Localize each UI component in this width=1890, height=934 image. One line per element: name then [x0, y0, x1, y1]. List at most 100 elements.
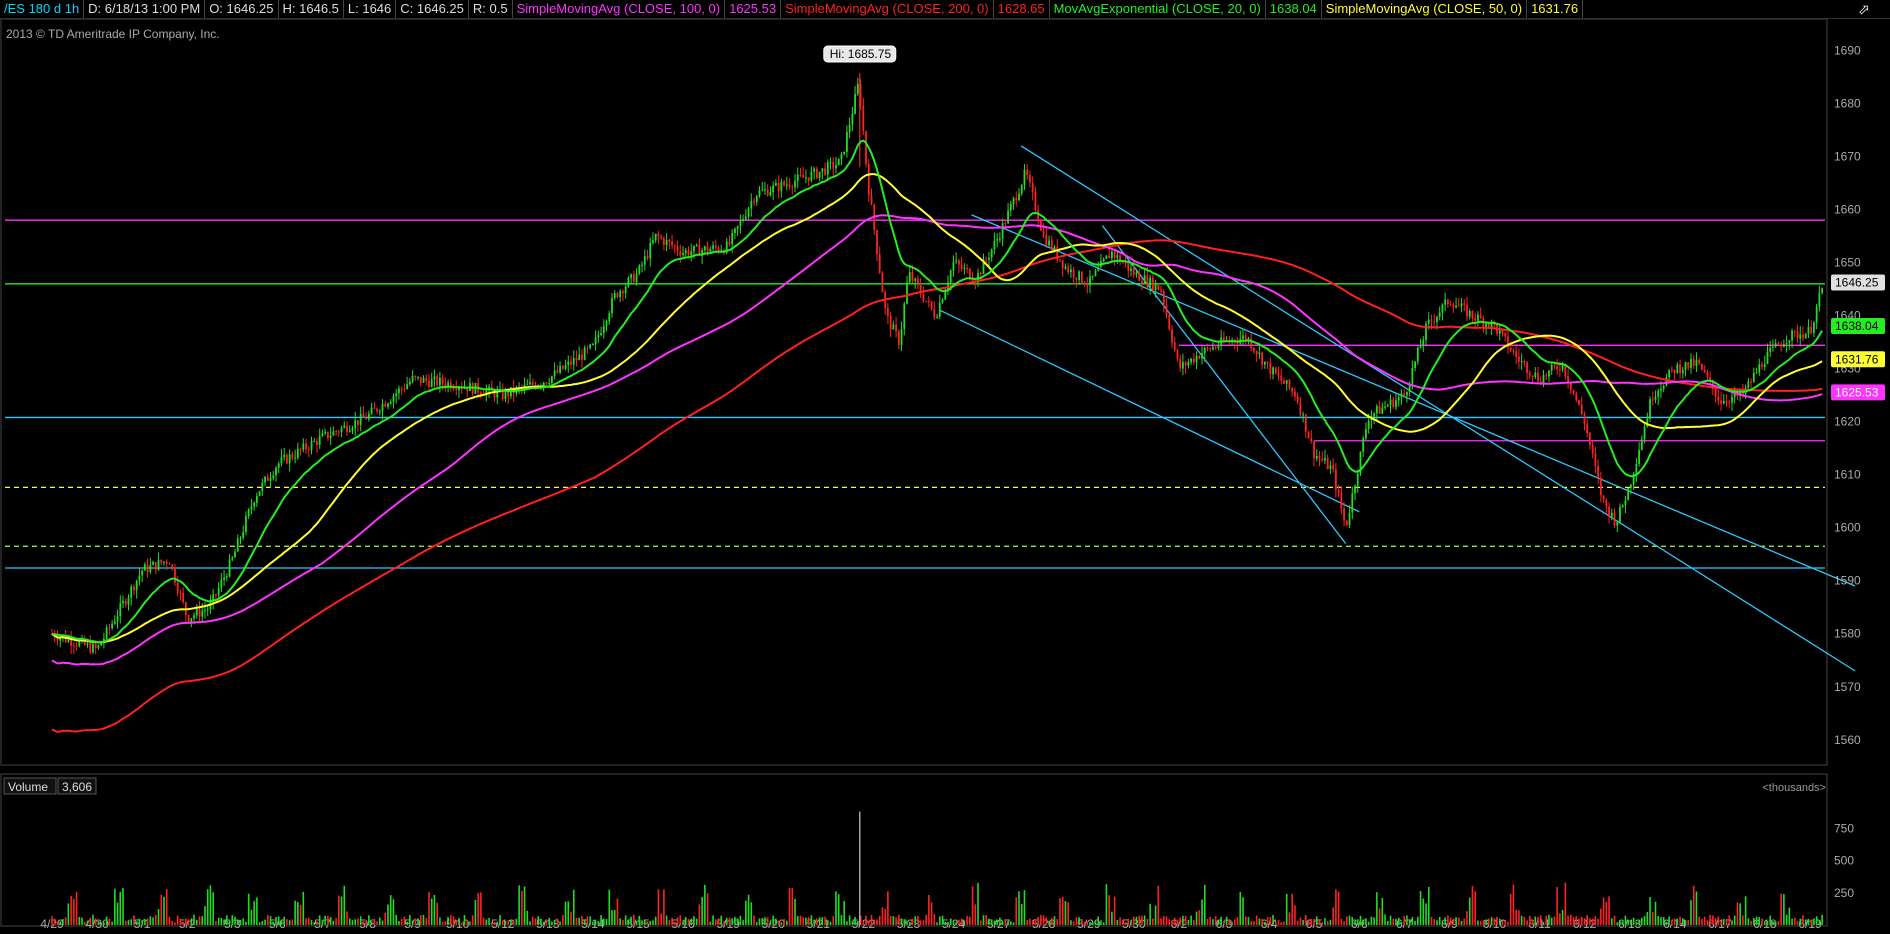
volume-bar	[499, 915, 501, 925]
volume-bar	[1649, 897, 1651, 925]
volume-bar	[654, 916, 657, 925]
candle-body	[113, 621, 116, 624]
candle-body	[1179, 358, 1182, 369]
volume-bar	[936, 922, 938, 925]
candle-body	[417, 376, 419, 378]
volume-bar	[523, 886, 526, 925]
volume-bar	[469, 921, 471, 925]
candle-body	[1780, 345, 1783, 348]
candle-body	[135, 580, 138, 591]
candle-body	[1307, 431, 1310, 439]
candle-body	[1613, 512, 1616, 526]
volume-bar	[212, 892, 214, 925]
candle-body	[832, 161, 835, 169]
volume-bar	[1621, 921, 1624, 925]
volume-bar	[409, 914, 411, 925]
candle-body	[332, 431, 335, 436]
candle-body	[575, 358, 578, 361]
candle-body	[321, 433, 324, 437]
symbol-label[interactable]: /ES 180 d 1h	[0, 0, 85, 18]
volume-bar	[455, 919, 458, 925]
volume-bar	[1214, 916, 1217, 925]
candle-body	[1340, 492, 1343, 509]
volume-bar	[1804, 919, 1807, 925]
candle-body	[1004, 223, 1007, 225]
volume-bar	[949, 918, 952, 925]
candle-body	[370, 407, 373, 414]
candle-body	[638, 265, 641, 274]
maximize-icon[interactable]: ⬀	[1854, 0, 1874, 18]
volume-bar	[1061, 896, 1064, 925]
candle-body	[97, 645, 100, 648]
candle-body	[1280, 375, 1283, 381]
candle-body	[384, 403, 387, 407]
volume-bar	[1665, 921, 1668, 925]
candle-body	[643, 256, 646, 265]
chart-canvas[interactable]: 2013 © TD Ameritrade IP Company, Inc. 15…	[0, 19, 1890, 934]
candle-body	[1332, 465, 1335, 470]
candle-body	[591, 343, 594, 345]
candle-body	[277, 463, 280, 468]
volume-bar	[1509, 894, 1512, 925]
candle-body	[174, 567, 176, 583]
volume-bar	[1406, 915, 1408, 925]
volume-bar	[562, 915, 564, 925]
volume-bar	[1173, 917, 1176, 925]
candle-body	[1654, 396, 1657, 400]
volume-bar	[160, 894, 163, 925]
volume-bar	[783, 919, 785, 925]
candle-body	[1195, 355, 1198, 363]
study-ema20-label[interactable]: MovAvgExponential (CLOSE, 20, 0)	[1050, 0, 1266, 18]
volume-bar	[1272, 914, 1274, 925]
candle-body	[1151, 277, 1154, 291]
volume-bar	[690, 918, 693, 925]
volume-bar	[365, 919, 367, 925]
candle-body	[938, 302, 941, 317]
candle-body	[867, 163, 870, 196]
candle-body	[1356, 473, 1359, 486]
volume-bar	[777, 920, 780, 925]
volume-bar	[403, 916, 406, 925]
study-sma100-label[interactable]: SimpleMovingAvg (CLOSE, 100, 0)	[513, 0, 726, 18]
candle-body	[1001, 223, 1004, 239]
candle-body	[1701, 363, 1703, 370]
volume-bar	[1217, 920, 1220, 925]
volume-bar	[1594, 916, 1597, 925]
study-sma50-label[interactable]: SimpleMovingAvg (CLOSE, 50, 0)	[1322, 0, 1528, 18]
volume-bar	[971, 886, 974, 925]
candle-body	[122, 600, 124, 604]
volume-bar	[600, 915, 602, 925]
volume-bar	[1127, 918, 1130, 925]
candle-body	[1731, 397, 1733, 403]
candle-body	[291, 454, 294, 458]
volume-bar	[163, 896, 165, 925]
volume-bar	[1411, 917, 1414, 925]
volume-bar	[572, 889, 575, 925]
candle-body	[1373, 413, 1376, 417]
volume-bar	[1602, 897, 1605, 925]
volume-bar	[51, 916, 53, 925]
y-tick-label: 1620	[1834, 415, 1861, 429]
candle-body	[299, 448, 302, 450]
candle-body	[406, 384, 409, 389]
volume-bar	[769, 921, 772, 925]
volume-bar	[417, 918, 419, 925]
candle-body	[1466, 304, 1468, 317]
price-panel[interactable]	[0, 19, 1828, 766]
volume-bar	[206, 889, 209, 925]
volume-bar	[1195, 911, 1198, 925]
volume-bar	[1280, 922, 1283, 925]
candle-body	[843, 151, 846, 155]
volume-bar	[1261, 918, 1263, 925]
volume-bar	[373, 919, 376, 925]
volume-panel[interactable]	[0, 773, 1828, 927]
candle-body	[1782, 344, 1785, 348]
volume-bar	[460, 922, 463, 925]
candle-body	[261, 482, 264, 492]
volume-bar	[277, 916, 280, 925]
candle-body	[897, 331, 900, 346]
volume-bar	[220, 917, 223, 925]
study-sma200-label[interactable]: SimpleMovingAvg (CLOSE, 200, 0)	[781, 0, 994, 18]
volume-bar	[914, 916, 917, 925]
volume-bar	[906, 921, 908, 925]
